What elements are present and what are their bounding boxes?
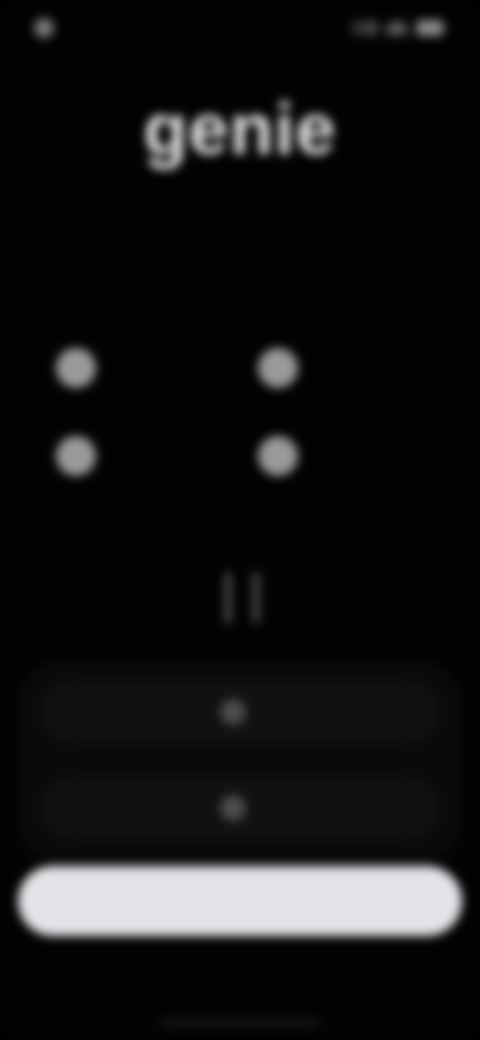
feature-item — [258, 348, 312, 388]
cellular-signal-icon — [352, 21, 378, 35]
award-badge — [156, 568, 328, 628]
radio-icon[interactable] — [220, 699, 246, 725]
status-bar-left — [34, 18, 106, 38]
radio-icon[interactable] — [220, 795, 246, 821]
tagline — [80, 222, 400, 252]
plan-options — [18, 662, 462, 862]
feature-item — [56, 436, 110, 476]
app-logo: genie — [143, 90, 337, 170]
laurel-left-icon — [224, 572, 232, 624]
laurel-right-icon — [252, 572, 260, 624]
feature-item — [56, 348, 110, 388]
app-screen: genie — [0, 0, 480, 1040]
wifi-icon — [386, 21, 408, 35]
status-bar-right — [352, 20, 444, 36]
camera-indicator-icon — [34, 18, 54, 38]
battery-icon — [416, 20, 444, 36]
plan-option[interactable] — [42, 776, 438, 840]
feature-icon — [258, 348, 298, 388]
feature-icon — [56, 348, 96, 388]
feature-icon — [56, 436, 96, 476]
feature-icon — [258, 436, 298, 476]
feature-item — [258, 436, 312, 476]
continue-button[interactable] — [18, 866, 462, 936]
home-indicator — [160, 1020, 320, 1026]
plan-option[interactable] — [42, 680, 438, 744]
